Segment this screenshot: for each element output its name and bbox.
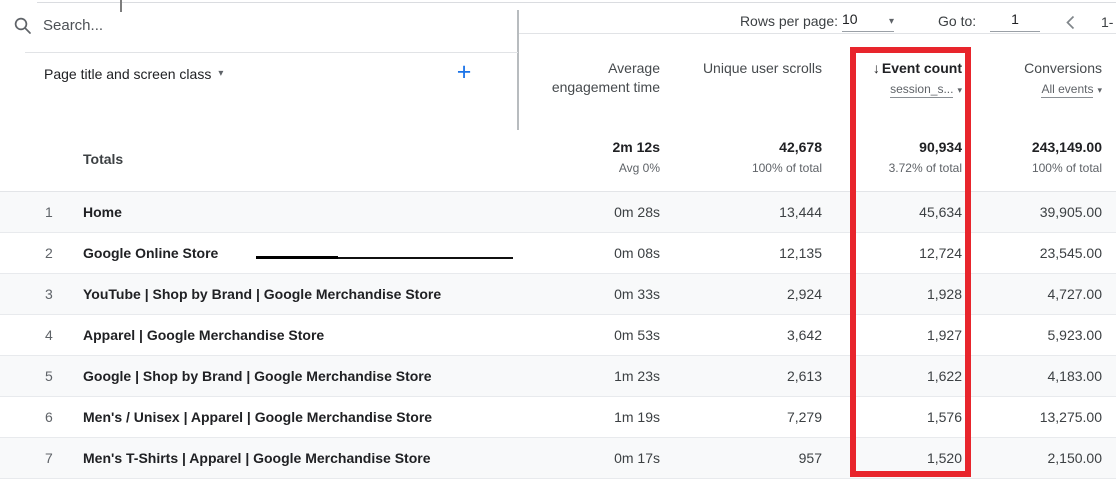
search-underline bbox=[25, 52, 518, 53]
event-count-cell: 1,622 bbox=[927, 356, 962, 396]
text-cursor-artifact bbox=[120, 0, 122, 12]
event-count-cell: 1,928 bbox=[927, 274, 962, 314]
table-row[interactable]: 2 Google Online Store 0m 08s 12,135 12,7… bbox=[0, 233, 1116, 274]
column-header-avg-engagement-time[interactable]: Average engagement time bbox=[538, 59, 660, 97]
table-row[interactable]: 7 Men's T-Shirts | Apparel | Google Merc… bbox=[0, 438, 1116, 479]
page-title-cell: Men's T-Shirts | Apparel | Google Mercha… bbox=[83, 438, 431, 478]
table-search bbox=[13, 16, 343, 35]
rows-per-page-value: 10 bbox=[842, 11, 858, 27]
unique-user-scrolls-cell: 7,279 bbox=[787, 397, 822, 437]
chevron-down-icon: ▾ bbox=[1097, 85, 1102, 95]
table-body: 1 Home 0m 28s 13,444 45,634 39,905.00 2 … bbox=[0, 192, 1116, 479]
dimension-dropdown[interactable]: Page title and screen class ▾ bbox=[44, 66, 223, 82]
unique-user-scrolls-cell: 2,613 bbox=[787, 356, 822, 396]
chevron-down-icon: ▾ bbox=[218, 69, 223, 79]
page-title-cell: YouTube | Shop by Brand | Google Merchan… bbox=[83, 274, 441, 314]
avg-engagement-time-cell: 0m 33s bbox=[614, 274, 660, 314]
sort-descending-icon: ↓ bbox=[873, 60, 880, 76]
event-count-cell: 1,927 bbox=[927, 315, 962, 355]
search-icon bbox=[13, 16, 32, 35]
table-row[interactable]: 1 Home 0m 28s 13,444 45,634 39,905.00 bbox=[0, 192, 1116, 233]
chevron-down-icon: ▾ bbox=[889, 17, 894, 27]
totals-unique-user-scrolls: 42,678 100% of total bbox=[752, 139, 822, 175]
pagination-range-label: 1- bbox=[1101, 14, 1113, 30]
avg-engagement-time-cell: 0m 28s bbox=[614, 192, 660, 232]
row-number: 5 bbox=[45, 356, 53, 396]
page-title-cell: Men's / Unisex | Apparel | Google Mercha… bbox=[83, 397, 432, 437]
unique-user-scrolls-cell: 12,135 bbox=[779, 233, 822, 273]
event-count-filter-dropdown[interactable]: session_s...▾ bbox=[822, 83, 962, 96]
totals-event-count: 90,934 3.72% of total bbox=[889, 139, 962, 175]
totals-row: Totals 2m 12s Avg 0% 42,678 100% of tota… bbox=[0, 130, 1116, 192]
totals-conversions: 243,149.00 100% of total bbox=[1032, 139, 1102, 175]
event-count-cell: 12,724 bbox=[919, 233, 962, 273]
avg-engagement-time-cell: 1m 23s bbox=[614, 356, 660, 396]
unique-user-scrolls-cell: 957 bbox=[799, 438, 822, 478]
search-input[interactable] bbox=[43, 17, 343, 34]
add-dimension-button[interactable]: + bbox=[450, 58, 478, 86]
go-to-label: Go to: bbox=[938, 13, 976, 29]
totals-label: Totals bbox=[83, 151, 123, 167]
conversions-filter-dropdown[interactable]: All events▾ bbox=[962, 83, 1102, 96]
avg-engagement-time-cell: 0m 08s bbox=[614, 233, 660, 273]
row-number: 4 bbox=[45, 315, 53, 355]
column-header-conversions[interactable]: Conversions All events▾ bbox=[962, 59, 1102, 96]
unique-user-scrolls-cell: 13,444 bbox=[779, 192, 822, 232]
totals-avg-engagement-time: 2m 12s Avg 0% bbox=[613, 139, 660, 175]
table-row[interactable]: 4 Apparel | Google Merchandise Store 0m … bbox=[0, 315, 1116, 356]
row-number: 3 bbox=[45, 274, 53, 314]
unique-user-scrolls-cell: 3,642 bbox=[787, 315, 822, 355]
page-title-cell: Home bbox=[83, 192, 122, 232]
conversions-cell: 23,545.00 bbox=[1040, 233, 1102, 273]
column-header-unique-user-scrolls[interactable]: Unique user scrolls bbox=[662, 59, 822, 78]
avg-engagement-time-cell: 1m 19s bbox=[614, 397, 660, 437]
card-top-border bbox=[37, 2, 1116, 3]
conversions-cell: 4,727.00 bbox=[1048, 274, 1103, 314]
table-row[interactable]: 6 Men's / Unisex | Apparel | Google Merc… bbox=[0, 397, 1116, 438]
avg-engagement-time-cell: 0m 53s bbox=[614, 315, 660, 355]
row-number: 7 bbox=[45, 438, 53, 478]
conversions-cell: 39,905.00 bbox=[1040, 192, 1102, 232]
row-number: 6 bbox=[45, 397, 53, 437]
analytics-table-page: Page title and screen class ▾ + Rows per… bbox=[0, 0, 1116, 482]
column-header-event-count[interactable]: ↓Event count session_s...▾ bbox=[822, 59, 962, 96]
table-row[interactable]: 5 Google | Shop by Brand | Google Mercha… bbox=[0, 356, 1116, 397]
event-count-cell: 45,634 bbox=[919, 192, 962, 232]
unique-user-scrolls-cell: 2,924 bbox=[787, 274, 822, 314]
previous-page-button[interactable] bbox=[1062, 13, 1080, 31]
chevron-left-icon bbox=[1062, 18, 1080, 35]
strikethrough-line-segment bbox=[338, 257, 513, 259]
conversions-cell: 5,923.00 bbox=[1048, 315, 1103, 355]
pagination-underline bbox=[519, 33, 1116, 34]
conversions-cell: 2,150.00 bbox=[1048, 438, 1103, 478]
rows-per-page-select[interactable]: 10 ▾ bbox=[842, 11, 894, 32]
page-title-cell: Google Online Store bbox=[83, 233, 218, 273]
page-title-cell: Apparel | Google Merchandise Store bbox=[83, 315, 324, 355]
row-number: 1 bbox=[45, 192, 53, 232]
event-count-cell: 1,520 bbox=[927, 438, 962, 478]
avg-engagement-time-cell: 0m 17s bbox=[614, 438, 660, 478]
row-number: 2 bbox=[45, 233, 53, 273]
conversions-cell: 13,275.00 bbox=[1040, 397, 1102, 437]
rows-per-page-label: Rows per page: bbox=[740, 13, 838, 29]
conversions-cell: 4,183.00 bbox=[1048, 356, 1103, 396]
strikethrough-line-segment bbox=[256, 256, 338, 259]
dimension-dropdown-label: Page title and screen class bbox=[44, 66, 211, 82]
event-count-cell: 1,576 bbox=[927, 397, 962, 437]
table-row[interactable]: 3 YouTube | Shop by Brand | Google Merch… bbox=[0, 274, 1116, 315]
page-title-cell: Google | Shop by Brand | Google Merchand… bbox=[83, 356, 432, 396]
go-to-page-input[interactable]: 1 bbox=[990, 11, 1040, 32]
plus-icon: + bbox=[457, 58, 472, 87]
